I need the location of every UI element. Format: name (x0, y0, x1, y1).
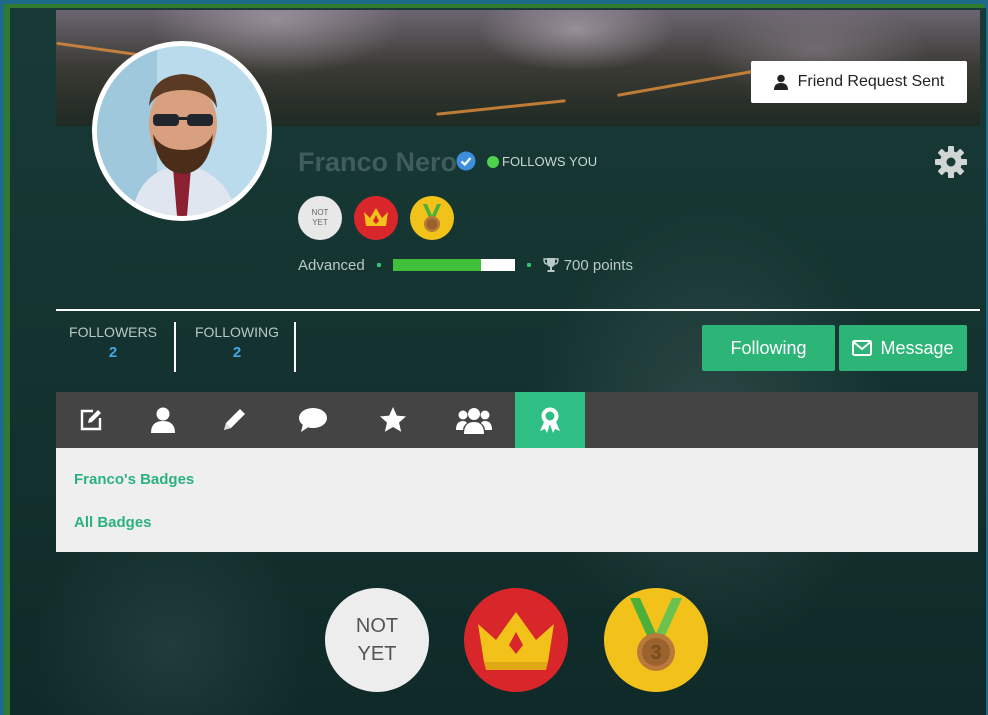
badges-panel: Franco's Badges All Badges (56, 448, 978, 552)
mini-badge-medal[interactable] (410, 196, 454, 240)
profile-name: Franco Nero (298, 147, 458, 177)
star-icon (380, 407, 406, 432)
crown-icon (478, 612, 554, 670)
tab-badges[interactable] (515, 392, 585, 448)
points-label: 700 points (563, 256, 633, 274)
level-row: Advanced 700 points (298, 255, 633, 275)
tab-posts[interactable] (199, 392, 269, 448)
all-badges-link[interactable]: All Badges (74, 514, 152, 531)
section-divider (56, 309, 980, 311)
badge-crown[interactable] (464, 588, 568, 692)
message-button-label: Message (880, 337, 954, 358)
mini-badge-not-yet[interactable]: NOT YET (298, 196, 342, 240)
tab-favorites[interactable] (358, 392, 428, 448)
edit-icon (80, 409, 102, 431)
level-progress-fill (392, 259, 481, 271)
tab-about[interactable] (128, 392, 198, 448)
following-label: FOLLOWING (194, 324, 279, 340)
stat-separator (294, 322, 296, 372)
badge-not-yet-line1: NOT (355, 615, 399, 637)
badge-not-yet-line2: YET (357, 643, 397, 665)
followers-label: FOLLOWERS (69, 324, 157, 340)
followers-stat[interactable]: FOLLOWERS 2 (53, 324, 173, 370)
follows-you-label: FOLLOWS YOU (502, 154, 598, 169)
following-button[interactable]: Following (702, 325, 835, 371)
medal-icon (423, 204, 441, 232)
profile-tabbar (56, 392, 978, 448)
friend-request-button[interactable]: Friend Request Sent (751, 61, 967, 103)
crown-icon (364, 208, 388, 226)
avatar[interactable] (92, 41, 272, 221)
badge-not-yet[interactable]: NOT YET (325, 588, 429, 692)
pencil-icon (224, 409, 245, 430)
gear-icon[interactable] (933, 144, 969, 180)
badge-icon (540, 407, 560, 433)
group-icon (456, 408, 492, 434)
medal-number: 3 (650, 642, 661, 664)
medal-icon: 3 (630, 598, 682, 671)
follows-you-indicator: FOLLOWS YOU (487, 154, 597, 169)
friend-request-label: Friend Request Sent (797, 73, 945, 90)
badge-medal[interactable]: 3 (604, 588, 708, 692)
following-count: 2 (232, 344, 242, 361)
tab-groups[interactable] (439, 392, 509, 448)
mini-badge-crown[interactable] (354, 196, 398, 240)
tab-activity[interactable] (56, 392, 126, 448)
envelope-icon (852, 340, 873, 356)
points: 700 points (543, 257, 633, 274)
stat-separator (174, 322, 176, 372)
verified-icon (456, 151, 476, 171)
mini-badge-not-yet-line2: YET (312, 218, 328, 227)
comment-icon (299, 408, 327, 432)
tab-comments[interactable] (278, 392, 348, 448)
avatar-photo (97, 46, 267, 216)
following-button-label: Following (730, 337, 807, 358)
user-icon (151, 407, 175, 433)
user-icon (773, 74, 788, 90)
followers-count: 2 (108, 344, 118, 361)
following-stat[interactable]: FOLLOWING 2 (177, 324, 297, 370)
level-label: Advanced (298, 256, 365, 274)
level-progress-bar (392, 259, 515, 271)
trophy-icon (543, 258, 559, 272)
user-badges-link[interactable]: Franco's Badges (74, 471, 194, 488)
online-dot-icon (487, 155, 499, 168)
mini-badge-not-yet-line1: NOT (311, 208, 329, 217)
message-button[interactable]: Message (839, 325, 967, 371)
